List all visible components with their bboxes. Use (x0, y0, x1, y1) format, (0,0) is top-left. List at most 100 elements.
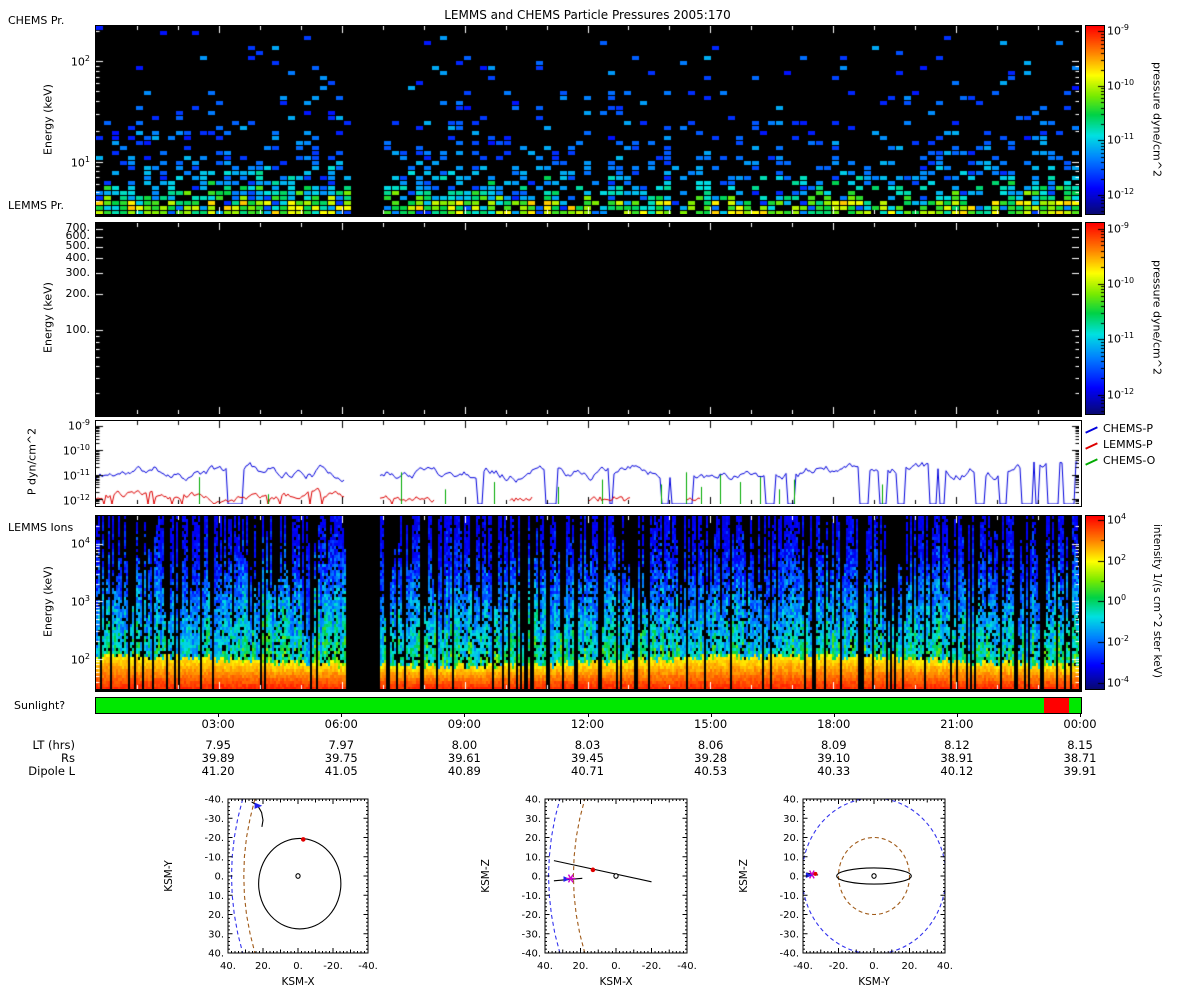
colorbar1-title: pressure dyne/cm^2 (1150, 62, 1164, 177)
orbit-y-axis-label: KSM-Z (480, 859, 492, 893)
ephemeris-value: 8.09 (820, 738, 847, 752)
orbit-circle (613, 873, 619, 879)
orbit-y-tick-label: 10. (525, 852, 541, 863)
orbit-y-tick-label: -40. (521, 949, 541, 960)
time-tick-label: 18:00 (817, 717, 851, 731)
colorbar2-tick-label: 10-9 (1107, 220, 1129, 236)
orbit-y-tick-label: 0. (531, 872, 541, 883)
position-dot (590, 867, 596, 873)
orbit-x-tick-label: -20. (323, 961, 343, 972)
p3-y-tick-label: 10-10 (62, 443, 90, 458)
orbit-y-tick-label: -20. (204, 833, 224, 844)
sunlight-segment (1069, 698, 1081, 713)
ephemeris-row-label-dipole-l: Dipole L (28, 764, 75, 778)
orbit-x-tick-label: 20. (255, 961, 271, 972)
orbit-x-axis-label: KSM-X (599, 976, 632, 988)
orbit-y-tick-label: 30. (783, 814, 799, 825)
position-dot (813, 871, 818, 876)
orbit-x-tick-label: -20. (829, 961, 849, 972)
lemms-ions-panel (95, 515, 1082, 692)
orbit-plot-xy: 40. 20. 0. -20. -40. -40. -30. -20. -10. 0. 10. 20.… (163, 795, 378, 989)
orbit-y-tick-label: 10. (208, 891, 224, 902)
orbit-y-tick-label: 20. (208, 910, 224, 921)
ephemeris-value: 41.05 (324, 764, 358, 778)
p2-y-tick-label: 400. (65, 250, 91, 264)
time-tick-label: 12:00 (570, 717, 605, 731)
lemms-ions-spectrogram (96, 516, 1079, 689)
time-tick-label: 09:00 (447, 717, 481, 731)
particle-pressures-figure: LEMMS and CHEMS Particle Pressures 2005:… (0, 0, 1200, 1000)
orbit-x-tick-label: 40. (937, 961, 953, 972)
orbit-y-tick-label: -10. (521, 891, 541, 902)
orbit-x-axis-label: KSM-X (281, 976, 314, 988)
colorbar3-tick-label: 10-2 (1107, 634, 1129, 649)
colorbar2-tick-label: 10-11 (1107, 331, 1135, 346)
position-dot (300, 837, 306, 842)
sunlight-segment (1043, 698, 1070, 713)
caption-sunlight: Sunlight? (14, 699, 66, 712)
colorbar-pressure-2-gradient (1086, 223, 1104, 414)
orbit-x-tick-label: 40. (220, 961, 236, 972)
ephemeris-value: 7.97 (328, 738, 355, 752)
p2-y-tick-label: 100. (65, 323, 91, 337)
orbit-y-tick-label: 0. (789, 872, 799, 883)
legend-swatch-chems-p (1085, 426, 1098, 434)
colorbar-pressure-1-gradient (1086, 26, 1104, 214)
ephemeris-value: 39.91 (1063, 764, 1097, 778)
orbit-y-tick-label: 30. (525, 814, 541, 825)
orbit-y-tick-label: -10. (204, 852, 224, 863)
orbit-y-tick-label: 20. (525, 833, 541, 844)
ephemeris-value: 39.45 (571, 751, 604, 765)
ephemeris-value: 39.75 (324, 751, 358, 765)
orbit-circle (258, 837, 342, 930)
caption-chems-pressure: CHEMS Pr. (8, 14, 65, 27)
orbit-path (243, 799, 256, 953)
lemms-pressure-panel (95, 222, 1082, 417)
colorbar3-tick-label: 102 (1107, 552, 1127, 568)
colorbar-pressure-2 (1085, 222, 1105, 415)
colorbar3-tick-label: 10-4 (1107, 674, 1129, 690)
colorbar-intensity-gradient (1086, 516, 1104, 689)
p1-y-tick-label: 101 (70, 154, 90, 170)
orbit-x-tick-label: 40. (537, 961, 553, 972)
p3-y-tick-label: 10-11 (62, 468, 90, 483)
p4-y-tick-label: 102 (70, 652, 90, 668)
legend-label-chems-p: CHEMS-P (1103, 422, 1153, 435)
ephemeris-value: 39.61 (447, 751, 481, 765)
orbit-x-tick-label: 0. (611, 961, 621, 972)
p3-y-tick-label: 10-12 (62, 492, 90, 508)
orbit-x-tick-label: -20. (642, 961, 662, 972)
ephemeris-value: 40.53 (694, 764, 728, 778)
orbit-y-tick-label: 10. (783, 852, 799, 863)
ephemeris-value: 38.71 (1063, 751, 1097, 765)
colorbar-pressure-1 (1085, 25, 1105, 215)
orbit-y-tick-label: 40. (208, 949, 224, 960)
chems-pressure-spectrogram (96, 26, 1079, 214)
chems-pressure-panel (95, 25, 1082, 217)
colorbar1-tick-label: 10-9 (1107, 23, 1129, 39)
colorbar2-tick-label: 10-10 (1107, 275, 1135, 291)
orbit-x-axis-label: KSM-Y (858, 976, 890, 988)
time-tick-label: 21:00 (940, 717, 974, 731)
orbit-x-tick-label: -40. (358, 961, 378, 972)
colorbar3-tick-label: 100 (1107, 593, 1127, 609)
ephemeris-value: 8.15 (1067, 738, 1093, 752)
orbit-shapes (230, 799, 342, 953)
colorbar1-tick-label: 10-12 (1107, 186, 1135, 202)
colorbar1-tick-label: 10-11 (1107, 132, 1135, 148)
legend-label-chems-o: CHEMS-O (1103, 454, 1156, 467)
orbit-y-tick-label: 40. (525, 795, 541, 806)
pressure-lines-panel (95, 420, 1082, 507)
ephemeris-value: 38.91 (940, 751, 974, 765)
ephemeris-value: 39.28 (694, 751, 728, 765)
ephemeris-value: 40.12 (940, 764, 974, 778)
ephemeris-value: 39.89 (201, 751, 235, 765)
sunlight-bar (95, 697, 1082, 714)
orbit-y-tick-label: 20. (783, 833, 799, 844)
ephemeris-value: 40.33 (817, 764, 851, 778)
orbit-y-tick-label: -40. (779, 949, 799, 960)
ephemeris-value: 8.06 (697, 738, 724, 752)
time-tick-label: 00:00 (1063, 717, 1097, 731)
colorbar1-tick-label: 10-10 (1107, 77, 1135, 93)
ephemeris-value: 40.71 (571, 764, 604, 778)
